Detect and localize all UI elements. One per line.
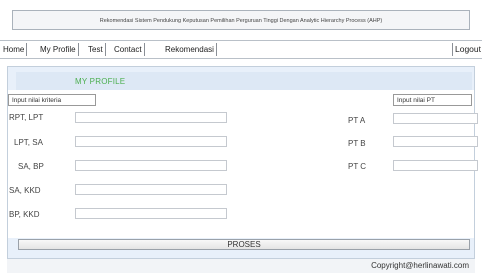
- criteria-label-bp-kkd: BP, KKD: [9, 210, 40, 219]
- pt-label-c: PT C: [348, 162, 367, 171]
- copyright-text: Copyright@herlinawati.com: [371, 261, 469, 270]
- proses-button[interactable]: PROSES: [18, 239, 470, 250]
- nav-contact[interactable]: Contact: [112, 43, 145, 56]
- nav-home[interactable]: Home: [1, 43, 28, 56]
- criteria-label-sa-kkd: SA, KKD: [9, 186, 41, 195]
- logout-link[interactable]: Logout: [452, 43, 482, 56]
- criteria-label-rpt-lpt: RPT, LPT: [9, 113, 44, 122]
- nav-test[interactable]: Test: [86, 43, 106, 56]
- header-title: Rekomendasi Sistem Pendukung Keputusan P…: [99, 18, 383, 24]
- page-header: Rekomendasi Sistem Pendukung Keputusan P…: [12, 10, 470, 30]
- pt-input-c[interactable]: [393, 160, 478, 171]
- pt-input-b[interactable]: [393, 136, 478, 147]
- criteria-input-sa-kkd[interactable]: [75, 184, 227, 195]
- criteria-input-lpt-sa[interactable]: [75, 136, 227, 147]
- criteria-input-sa-bp[interactable]: [75, 160, 227, 171]
- criteria-input-rpt-lpt[interactable]: [75, 112, 227, 123]
- pt-section-label: Input nilai PT: [393, 94, 472, 106]
- nav-bar: Home My Profile Test Contact Rekomendasi…: [0, 40, 482, 59]
- profile-title: MY PROFILE: [75, 77, 126, 86]
- footer: Copyright@herlinawati.com: [7, 259, 475, 273]
- criteria-label-sa-bp: SA, BP: [18, 162, 44, 171]
- nav-my-profile[interactable]: My Profile: [38, 43, 79, 56]
- pt-input-a[interactable]: [393, 113, 478, 124]
- nav-rekomendasi[interactable]: Rekomendasi: [163, 43, 217, 56]
- criteria-input-bp-kkd[interactable]: [75, 208, 227, 219]
- criteria-label-lpt-sa: LPT, SA: [14, 138, 43, 147]
- pt-label-a: PT A: [348, 116, 366, 125]
- criteria-section-label: Input nilai kriteria: [8, 94, 96, 106]
- pt-label-b: PT B: [348, 139, 366, 148]
